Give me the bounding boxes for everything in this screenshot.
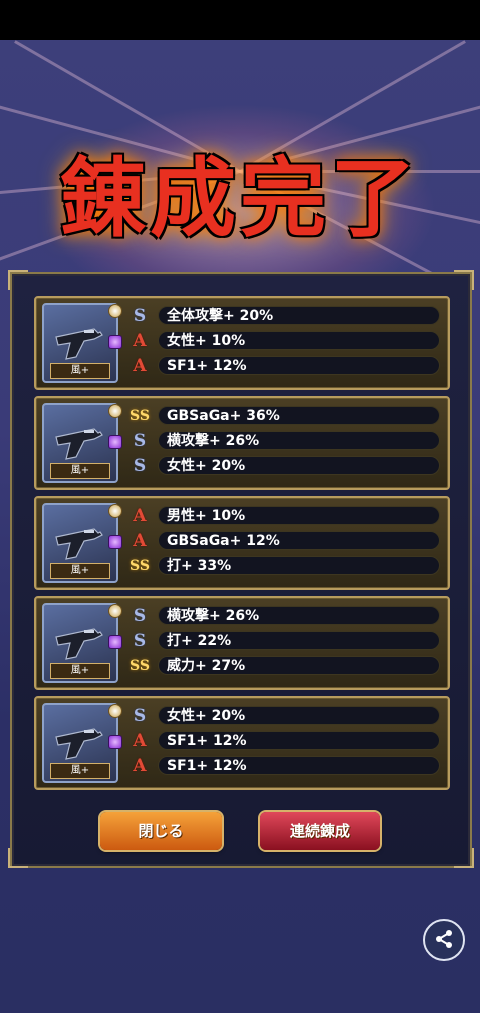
pistol-icon: 風+ <box>42 503 118 583</box>
stat-value: SF1+ 12% <box>158 356 440 375</box>
stat-row: SS GBSaGa+ 36% <box>128 406 440 427</box>
rank-badge: S <box>133 456 147 476</box>
element-label: 風+ <box>50 663 110 679</box>
stat-row: S 全体攻撃+ 20% <box>128 306 440 327</box>
share-icon[interactable] <box>423 919 465 961</box>
stat-row: A SF1+ 12% <box>128 356 440 377</box>
repeat-forge-button[interactable]: 連続錬成 <box>260 812 380 850</box>
stat-value: 男性+ 10% <box>158 506 440 525</box>
stat-row: A SF1+ 12% <box>128 731 440 752</box>
stat-value: 全体攻撃+ 20% <box>158 306 440 325</box>
stat-value: 横攻撃+ 26% <box>158 606 440 625</box>
stat-value: 女性+ 20% <box>158 706 440 725</box>
forge-result-card[interactable]: 風+ S 全体攻撃+ 20% A 女性+ 10% A SF1+ 12% <box>34 296 450 390</box>
stat-value: 横攻撃+ 26% <box>158 431 440 450</box>
coin-icon <box>108 604 122 618</box>
rank-badge: S <box>133 606 147 626</box>
rank-badge: S <box>133 706 147 726</box>
rank-badge: S <box>133 631 147 651</box>
stat-row: SS 打+ 33% <box>128 556 440 577</box>
stat-value: SF1+ 12% <box>158 731 440 750</box>
rank-badge: A <box>133 331 147 351</box>
coin-icon <box>108 304 122 318</box>
stat-row: A GBSaGa+ 12% <box>128 531 440 552</box>
rank-badge: S <box>133 431 147 451</box>
rank-badge: SS <box>130 658 150 674</box>
stat-value: 威力+ 27% <box>158 656 440 675</box>
pistol-icon: 風+ <box>42 403 118 483</box>
rank-badge: A <box>133 756 147 776</box>
rank-badge: A <box>133 531 147 551</box>
stat-row: S 女性+ 20% <box>128 706 440 727</box>
forge-result-card[interactable]: 風+ A 男性+ 10% A GBSaGa+ 12% SS 打+ 33% <box>34 496 450 590</box>
element-label: 風+ <box>50 463 110 479</box>
gem-icon <box>108 735 122 749</box>
coin-icon <box>108 704 122 718</box>
gem-icon <box>108 535 122 549</box>
stat-row: SS 威力+ 27% <box>128 656 440 677</box>
forge-result-card[interactable]: 風+ S 女性+ 20% A SF1+ 12% A SF1+ 12% <box>34 696 450 790</box>
stat-row: A 女性+ 10% <box>128 331 440 352</box>
rank-badge: A <box>133 506 147 526</box>
rank-badge: A <box>133 356 147 376</box>
panel-corner-ornament <box>8 270 28 290</box>
stat-value: 打+ 22% <box>158 631 440 650</box>
status-bar <box>0 0 480 40</box>
panel-corner-ornament <box>454 848 474 868</box>
stat-row: A SF1+ 12% <box>128 756 440 777</box>
pistol-icon: 風+ <box>42 603 118 683</box>
rank-badge: S <box>133 306 147 326</box>
element-label: 風+ <box>50 763 110 779</box>
stat-value: 打+ 33% <box>158 556 440 575</box>
gem-icon <box>108 335 122 349</box>
stat-row: A 男性+ 10% <box>128 506 440 527</box>
stat-row: S 横攻撃+ 26% <box>128 606 440 627</box>
rank-badge: A <box>133 731 147 751</box>
stat-value: 女性+ 10% <box>158 331 440 350</box>
forge-result-card[interactable]: 風+ SS GBSaGa+ 36% S 横攻撃+ 26% S 女性+ 20% <box>34 396 450 490</box>
pistol-icon: 風+ <box>42 303 118 383</box>
stat-value: 女性+ 20% <box>158 456 440 475</box>
close-button[interactable]: 閉じる <box>100 812 222 850</box>
forge-result-card[interactable]: 風+ S 横攻撃+ 26% S 打+ 22% SS 威力+ 27% <box>34 596 450 690</box>
gem-icon <box>108 435 122 449</box>
coin-icon <box>108 404 122 418</box>
stat-row: S 横攻撃+ 26% <box>128 431 440 452</box>
pistol-icon: 風+ <box>42 703 118 783</box>
element-label: 風+ <box>50 563 110 579</box>
rank-badge: SS <box>130 558 150 574</box>
panel-corner-ornament <box>454 270 474 290</box>
panel-corner-ornament <box>8 848 28 868</box>
stat-row: S 女性+ 20% <box>128 456 440 477</box>
gem-icon <box>108 635 122 649</box>
stat-row: S 打+ 22% <box>128 631 440 652</box>
element-label: 風+ <box>50 363 110 379</box>
rank-badge: SS <box>130 408 150 424</box>
stat-value: GBSaGa+ 12% <box>158 531 440 550</box>
coin-icon <box>108 504 122 518</box>
title-banner: 錬成完了 <box>60 148 420 249</box>
stat-value: GBSaGa+ 36% <box>158 406 440 425</box>
stat-value: SF1+ 12% <box>158 756 440 775</box>
